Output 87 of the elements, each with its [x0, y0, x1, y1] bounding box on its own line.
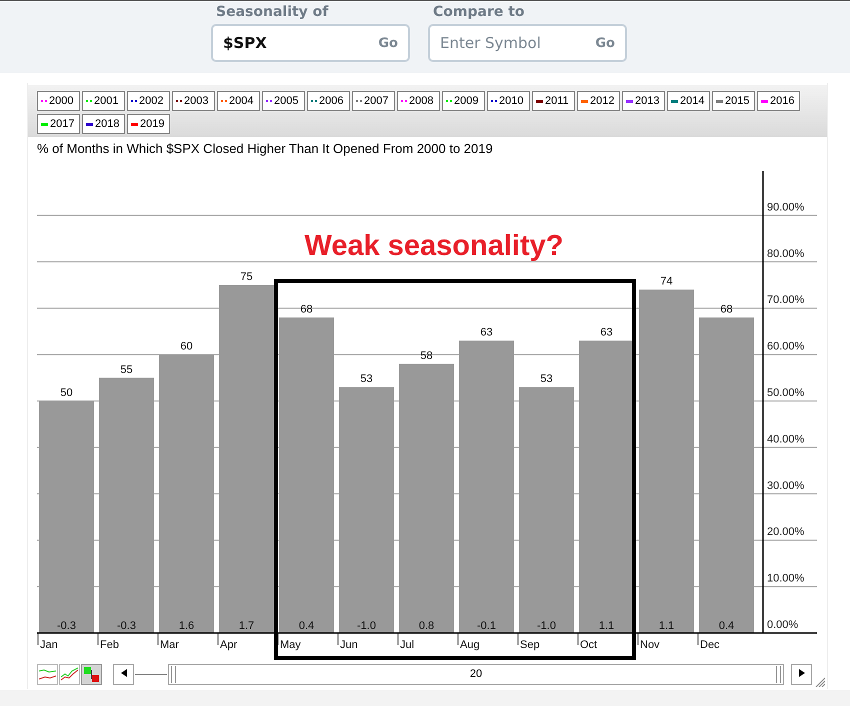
bar-value-label: 53 — [360, 373, 373, 386]
up-down-blocks-icon — [83, 666, 100, 682]
bar-change-label: 1.1 — [658, 620, 674, 632]
chart-type-button[interactable] — [37, 664, 58, 684]
axis-month-label: Aug — [460, 639, 480, 651]
legend-item[interactable]: 2013 — [622, 91, 665, 111]
axis-tick-label: 60.00% — [767, 340, 804, 353]
bar-change-label: -0.1 — [477, 620, 496, 632]
bar-value-label: 60 — [180, 340, 193, 353]
legend-item[interactable]: 2016 — [757, 91, 800, 111]
bar-value-label: 63 — [600, 326, 613, 339]
bar-change-label: 1.6 — [178, 620, 194, 632]
axis-tick-label: 80.00% — [767, 248, 804, 260]
right-arrow-icon — [798, 669, 804, 677]
legend-item[interactable]: 2011 — [532, 91, 575, 111]
legend-item[interactable]: 2002 — [127, 91, 170, 111]
performance-chart-icon — [61, 666, 78, 682]
left-arrow-icon — [120, 669, 126, 677]
legend-item[interactable]: 2019 — [127, 114, 170, 134]
symbol-field[interactable]: Enter Symbol Go — [428, 24, 627, 62]
legend-item[interactable]: 2005 — [262, 91, 305, 111]
axis-tick-label: 40.00% — [767, 433, 804, 446]
axis-tick-label: 20.00% — [767, 526, 804, 538]
axis-tick-label: 10.00% — [767, 572, 804, 585]
bar-change-label: -0.3 — [117, 620, 136, 632]
field-label: Seasonality of — [216, 4, 330, 20]
legend-item[interactable]: 2017 — [37, 114, 80, 134]
field-label: Compare to — [433, 4, 526, 20]
legend-item[interactable]: 2006 — [307, 91, 350, 111]
bar-value-label: 63 — [480, 326, 493, 339]
chart-type-button[interactable] — [81, 664, 102, 684]
axis-month-label: Nov — [640, 639, 660, 651]
bar-change-label: 0.8 — [418, 620, 434, 632]
legend-item[interactable]: 2000 — [37, 91, 80, 111]
axis-month-label: Dec — [700, 639, 720, 651]
bar-value-label: 55 — [120, 364, 133, 376]
chart-title: % of Months in Which $SPX Closed Higher Than It Opened From 2000 to 2019 — [37, 141, 494, 158]
axis-tick-label: 70.00% — [767, 294, 804, 306]
legend-item[interactable]: 2018 — [82, 114, 125, 134]
legend-item[interactable]: 2003 — [172, 91, 215, 111]
bar-value-label: 50 — [60, 387, 73, 399]
go-button[interactable]: Go — [595, 36, 615, 50]
axis-tick-label: 30.00% — [767, 480, 804, 492]
bar-value-label: 68 — [720, 303, 733, 316]
axis-month-label: Oct — [580, 639, 598, 651]
axis-month-label: Jul — [400, 639, 414, 651]
axis-tick-label: 0.00% — [767, 619, 798, 631]
legend-item[interactable]: 2012 — [577, 91, 620, 111]
line-chart-icon — [39, 666, 56, 682]
go-button[interactable]: Go — [378, 36, 398, 50]
legend-item[interactable]: 2015 — [712, 91, 755, 111]
legend-item[interactable]: 2004 — [217, 91, 260, 111]
axis-month-label: Apr — [220, 639, 238, 651]
scroller-label: 20 — [470, 668, 482, 680]
bar-value-label: 53 — [540, 373, 553, 386]
scroll-left-button[interactable] — [113, 664, 134, 684]
legend-item[interactable]: 2008 — [397, 91, 440, 111]
bar-change-label: -1.0 — [357, 620, 376, 632]
bar-change-label: -1.0 — [537, 620, 556, 632]
legend-item[interactable]: 2007 — [352, 91, 395, 111]
scroll-right-button[interactable] — [791, 664, 812, 684]
bar-change-label: -0.3 — [57, 620, 76, 632]
resize-grip-icon[interactable] — [815, 677, 825, 687]
axis-tick-label: 90.00% — [767, 201, 804, 214]
bar-value-label: 58 — [420, 350, 433, 362]
bar-change-label: 1.7 — [238, 620, 254, 632]
legend-item[interactable]: 2001 — [82, 91, 125, 111]
annotation-text: Weak seasonality? — [304, 230, 564, 262]
bar-change-label: 1.1 — [598, 620, 614, 632]
bar-value-label: 68 — [300, 303, 313, 316]
bar-change-label: 0.4 — [298, 620, 314, 632]
axis-tick-label: 50.00% — [767, 387, 804, 399]
legend-item[interactable]: 2010 — [487, 91, 530, 111]
symbol-field[interactable]: $SPX Go — [211, 24, 410, 62]
axis-month-label: May — [280, 639, 301, 651]
range-scroller[interactable]: 20 — [168, 664, 784, 684]
bar-value-label: 74 — [660, 276, 673, 288]
axis-month-label: Mar — [160, 639, 179, 651]
bar-change-label: 0.4 — [718, 620, 734, 632]
axis-month-label: Jun — [340, 639, 358, 651]
axis-month-label: Jan — [40, 639, 58, 651]
legend-item[interactable]: 2014 — [667, 91, 710, 111]
chart-type-button[interactable] — [59, 664, 80, 684]
axis-month-label: Feb — [100, 639, 119, 651]
bar-value-label: 75 — [240, 271, 253, 283]
axis-month-label: Sep — [520, 639, 540, 651]
legend-item[interactable]: 2009 — [442, 91, 485, 111]
